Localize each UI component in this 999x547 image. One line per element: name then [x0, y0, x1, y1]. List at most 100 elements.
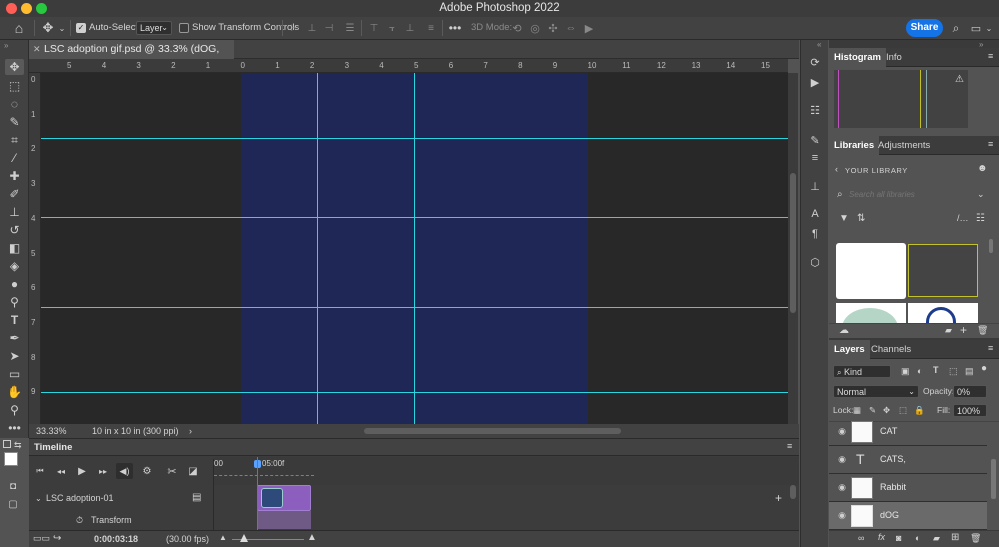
transition-icon[interactable]: ◪ [186, 465, 200, 477]
trash-icon[interactable]: 🗑 [977, 325, 988, 336]
3d-scale-icon[interactable]: ▶ [582, 20, 596, 36]
time-ruler[interactable]: 00 05:00f [214, 457, 799, 485]
distribute-vertical-icon[interactable]: ≡ [424, 20, 438, 36]
new-layer-icon[interactable]: ⊞ [951, 532, 959, 543]
fx-icon[interactable]: fx [878, 532, 885, 542]
timeline-scroll-thumb[interactable] [790, 485, 796, 499]
guide-vertical[interactable] [414, 73, 415, 424]
account-icon[interactable]: ☻ [977, 163, 988, 174]
layer-row[interactable]: ◉ Rabbit [829, 474, 987, 502]
hand-tool-icon[interactable]: ✋ [5, 384, 24, 400]
scrollbar-thumb[interactable] [790, 173, 796, 313]
tab-libraries[interactable]: Libraries [829, 136, 880, 155]
adjustment-filter-icon[interactable]: ◐ [917, 366, 922, 376]
crop-tool-icon[interactable]: ⌗ [5, 132, 24, 148]
layer-row[interactable]: ◉ CAT [829, 418, 987, 446]
history-icon[interactable]: ⟳ [807, 54, 823, 70]
add-icon[interactable]: + [960, 323, 967, 337]
film-icon[interactable]: ▤ [192, 492, 201, 503]
split-scissors-icon[interactable]: ✂ [165, 465, 179, 478]
distribute-icon[interactable]: ☰ [343, 20, 357, 36]
shape-filter-icon[interactable]: ⬚ [949, 366, 958, 377]
guide-vertical[interactable] [317, 73, 318, 424]
character-icon[interactable]: A [807, 206, 823, 222]
pen-tool-icon[interactable]: ✒ [5, 330, 24, 346]
library-asset[interactable] [908, 303, 978, 323]
more-tools-icon[interactable]: ••• [5, 420, 24, 436]
clone-stamp-tool-icon[interactable]: ⊥ [5, 204, 24, 220]
zoom-window-button[interactable] [36, 3, 47, 14]
align-top-icon[interactable]: ⊤ [367, 20, 381, 36]
settings-gear-icon[interactable]: ⚙ [139, 465, 155, 477]
fill-input[interactable]: 100% [953, 404, 987, 417]
move-tool-icon[interactable]: ✥ [5, 59, 24, 75]
visibility-eye-icon[interactable]: ◉ [836, 482, 848, 492]
workspace-icon[interactable]: ▭ [969, 20, 983, 36]
go-to-first-frame-icon[interactable]: ⏮ [34, 465, 46, 477]
collapse-icon[interactable]: « [817, 40, 821, 49]
layers-scroll-thumb[interactable] [991, 459, 996, 499]
rectangle-tool-icon[interactable]: ▭ [5, 366, 24, 382]
search-icon[interactable]: ⌕ [949, 20, 963, 36]
chevron-down-icon[interactable]: ⌄ [984, 20, 994, 36]
pixel-filter-icon[interactable]: ▣ [901, 366, 910, 377]
stopwatch-icon[interactable]: ⏱ [76, 515, 83, 526]
foreground-color-swatch[interactable] [4, 452, 18, 466]
auto-select-checkbox[interactable]: ✓ [76, 23, 86, 33]
brush-settings-icon[interactable]: ≡ [807, 150, 823, 166]
lock-image-icon[interactable]: ✎ [869, 405, 876, 416]
expand-icon[interactable]: » [4, 41, 8, 50]
type-filter-icon[interactable]: T [933, 365, 939, 375]
history-brush-tool-icon[interactable]: ↺ [5, 222, 24, 238]
visibility-eye-icon[interactable]: ◉ [836, 426, 848, 436]
zoom-level[interactable]: 33.33% [36, 424, 67, 438]
play-icon[interactable]: ▶ [76, 465, 88, 477]
actions-play-icon[interactable]: ▶ [807, 74, 823, 90]
add-media-icon[interactable]: + [775, 491, 782, 505]
tab-adjustments[interactable]: Adjustments [873, 136, 935, 155]
previous-frame-icon[interactable]: ◂◂ [55, 465, 67, 477]
healing-brush-tool-icon[interactable]: ✚ [5, 168, 24, 184]
3d-roll-icon[interactable]: ◎ [528, 20, 542, 36]
close-window-button[interactable] [6, 3, 17, 14]
layer-filter-kind[interactable]: ⌕ Kind [833, 365, 891, 378]
layer-row[interactable]: ◉ T CATS, [829, 446, 987, 474]
type-tool-icon[interactable]: T [5, 312, 24, 328]
tab-channels[interactable]: Channels [866, 340, 916, 359]
libraries-scroll-thumb[interactable] [989, 239, 993, 253]
canvas-area[interactable] [41, 73, 788, 424]
panel-menu-icon[interactable]: ≡ [787, 441, 792, 451]
quick-mask-icon[interactable]: ◘ [5, 480, 21, 492]
more-options-icon[interactable]: ••• [448, 20, 462, 36]
blend-mode-dropdown[interactable]: Normal ⌄ [833, 385, 919, 398]
transform-track-clip[interactable] [257, 511, 311, 529]
align-center-icon[interactable]: ⊥ [305, 20, 319, 36]
frame-mode-icon[interactable]: ▭▭ [33, 533, 50, 544]
dodge-tool-icon[interactable]: ⚲ [5, 294, 24, 310]
blur-tool-icon[interactable]: ● [5, 276, 24, 292]
lock-all-icon[interactable]: 🔒 [914, 405, 925, 416]
3d-pan-icon[interactable]: ✣ [546, 20, 560, 36]
delete-layer-icon[interactable]: 🗑 [970, 533, 981, 544]
filter-toggle-icon[interactable]: ● [981, 363, 987, 374]
current-timecode[interactable]: 0:00:03:18 [94, 534, 138, 544]
default-colors-icon[interactable] [3, 440, 11, 448]
library-asset[interactable] [908, 244, 978, 297]
layer-row[interactable]: ◉ dOG [829, 502, 987, 530]
document-tab[interactable]: ✕ LSC adoption gif.psd @ 33.3% (dOG, CMY… [29, 40, 234, 74]
cloud-icon[interactable]: ☁ [839, 325, 849, 336]
swap-colors-icon[interactable]: ⇆ [14, 440, 22, 451]
close-tab-icon[interactable]: ✕ [33, 40, 41, 59]
chevron-down-icon[interactable]: ⌄ [977, 189, 985, 200]
group-folder-icon[interactable]: ▰ [933, 533, 940, 544]
zoom-out-icon[interactable]: ▲ [219, 533, 227, 542]
share-button[interactable]: Share [906, 19, 943, 37]
eraser-tool-icon[interactable]: ◧ [5, 240, 24, 256]
library-asset[interactable] [836, 243, 906, 299]
add-mask-icon[interactable]: ◙ [896, 533, 901, 543]
zoom-tool-icon[interactable]: ⚲ [5, 402, 24, 418]
tab-info[interactable]: Info [881, 48, 907, 67]
minimize-window-button[interactable] [21, 3, 32, 14]
sort-icon[interactable]: ⇅ [857, 213, 865, 224]
3d-icon[interactable]: ⬡ [807, 254, 823, 270]
